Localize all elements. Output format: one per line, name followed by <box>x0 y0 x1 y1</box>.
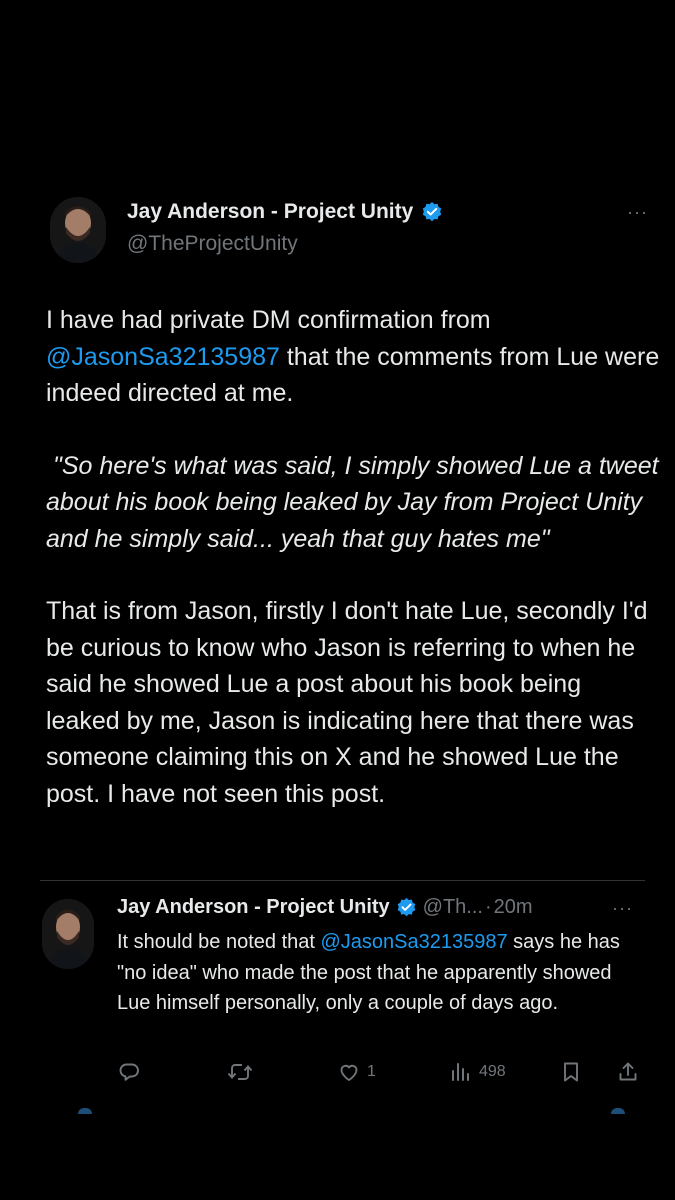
tweet-paragraph-3: That is from Jason, firstly I don't hate… <box>46 597 648 808</box>
reply-body: It should be noted that @JasonSa32135987… <box>117 927 647 1019</box>
author-handle[interactable]: @TheProjectUnity <box>127 232 298 256</box>
paragraph-1-text: I have had private DM confirmation from <box>46 306 491 334</box>
bookmark-button[interactable] <box>559 1060 583 1084</box>
author-avatar[interactable] <box>50 197 106 263</box>
tweet-quote: "So here's what was said, I simply showe… <box>46 451 666 553</box>
more-options-icon[interactable]: ··· <box>627 202 648 223</box>
reply-handle[interactable]: @Th... <box>423 896 483 919</box>
retweet-button[interactable] <box>227 1060 259 1084</box>
views-button[interactable]: 498 <box>449 1060 506 1084</box>
reply-text-start: It should be noted that <box>117 931 321 953</box>
author-name-row: Jay Anderson - Project Unity <box>127 200 443 224</box>
more-options-icon[interactable]: ··· <box>612 898 633 919</box>
like-count: 1 <box>367 1063 376 1080</box>
meta-separator: · <box>484 896 492 918</box>
share-icon <box>616 1060 640 1084</box>
next-item-indicator <box>611 1108 625 1114</box>
mention-link[interactable]: @JasonSa32135987 <box>46 343 280 371</box>
action-bar: 1 498 <box>117 1060 642 1088</box>
like-button[interactable]: 1 <box>337 1060 376 1084</box>
reply-header: Jay Anderson - Project Unity @Th... · 20m <box>117 896 533 919</box>
author-display-name[interactable]: Jay Anderson - Project Unity <box>127 200 413 224</box>
thread-divider <box>40 880 645 881</box>
reply-icon <box>117 1060 141 1084</box>
views-count: 498 <box>479 1063 506 1080</box>
next-item-indicator <box>78 1108 92 1114</box>
verified-badge-icon <box>421 201 443 223</box>
share-button[interactable] <box>616 1060 640 1084</box>
tweet-paragraph-1: I have had private DM confirmation from … <box>46 302 661 412</box>
bookmark-icon <box>559 1060 583 1084</box>
reply-author-avatar[interactable] <box>42 899 94 969</box>
verified-badge-icon <box>396 897 417 918</box>
reply-author-display-name[interactable]: Jay Anderson - Project Unity <box>117 896 390 919</box>
tweet-body: I have had private DM confirmation from … <box>46 302 661 812</box>
heart-icon <box>337 1060 361 1084</box>
retweet-icon <box>227 1060 253 1084</box>
mention-link[interactable]: @JasonSa32135987 <box>321 931 508 953</box>
views-chart-icon <box>449 1060 473 1084</box>
reply-timestamp[interactable]: 20m <box>494 896 533 919</box>
reply-button[interactable] <box>117 1060 147 1084</box>
